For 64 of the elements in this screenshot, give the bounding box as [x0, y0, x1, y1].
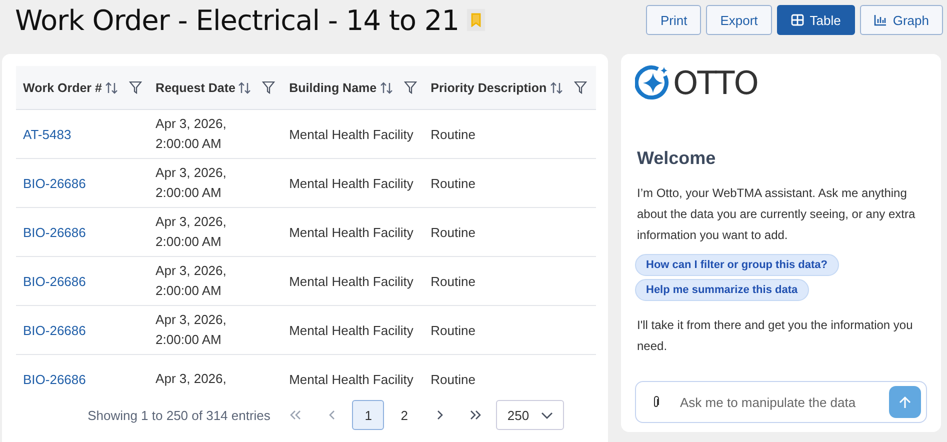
work-order-link[interactable]: BIO-26686: [23, 224, 86, 240]
arrow-up-icon: [899, 396, 911, 408]
priority-description: Routine: [430, 224, 476, 240]
intro-text: I’m Otto, your WebTMA assistant. Ask me anything about the data you are currently seeing, or any extra information you want to add.: [637, 185, 916, 244]
building-name: Mental Health Facility: [289, 224, 414, 240]
bar-chart-icon: [874, 14, 887, 26]
request-date: Apr 3, 2026, 2:00:00 AM: [156, 311, 226, 349]
request-date: Apr 3, 2026, 2:00:00 AM: [156, 213, 226, 251]
priority-description: Routine: [430, 176, 476, 190]
column-header[interactable]: Work Order #: [23, 80, 102, 94]
priority-description: Routine: [430, 322, 476, 338]
suggestion-chip[interactable]: Help me summarize this data: [635, 279, 809, 301]
chevron-left-icon: [329, 410, 336, 420]
outro-text: I'll take it from there and get you the information you need.: [637, 317, 914, 355]
bookmark-icon: [471, 13, 482, 27]
double-chevron-left-icon: [290, 410, 302, 420]
request-date: Apr 3, 2026, 2:00:00 AM: [156, 115, 226, 153]
toolbar-button[interactable]: Table: [776, 5, 855, 35]
priority-description: Routine: [430, 274, 476, 288]
request-date: Apr 3, 2026, 2:00:00 AM: [156, 164, 226, 202]
work-order-link[interactable]: BIO-26686: [23, 372, 86, 386]
double-chevron-right-icon: [470, 410, 482, 420]
building-name: Mental Health Facility: [289, 126, 414, 142]
welcome-heading: Welcome: [637, 148, 717, 169]
building-name: Mental Health Facility: [289, 176, 414, 190]
priority-description: Routine: [430, 126, 476, 142]
request-date: Apr 3, 2026, 2:00:00 AM: [156, 262, 226, 300]
filter-icon[interactable]: [574, 81, 587, 94]
building-name: Mental Health Facility: [289, 322, 414, 338]
building-name: Mental Health Facility: [289, 372, 414, 386]
work-order-link[interactable]: BIO-26686: [23, 274, 86, 288]
page-size-select[interactable]: 250: [496, 400, 564, 430]
entries-summary: Showing 1 to 250 of 314 entries: [88, 408, 270, 422]
sort-icon[interactable]: [104, 82, 118, 94]
sort-icon[interactable]: [238, 82, 252, 94]
column-header[interactable]: Request Date: [156, 80, 236, 94]
toolbar-button[interactable]: Graph: [860, 5, 943, 35]
send-button[interactable]: [889, 386, 921, 418]
suggestion-chip[interactable]: How can I filter or group this data?: [635, 254, 839, 276]
chevron-down-icon: [541, 412, 554, 418]
filter-icon[interactable]: [128, 81, 142, 94]
chat-input-box[interactable]: Ask me to manipulate the data: [635, 381, 927, 423]
chevron-right-icon: [437, 410, 444, 420]
sort-icon[interactable]: [550, 82, 563, 94]
work-order-link[interactable]: BIO-26686: [23, 322, 86, 338]
page-title: Work Order - Electrical - 14 to 21: [15, 4, 460, 36]
column-header[interactable]: Priority Description: [430, 80, 547, 94]
work-order-link[interactable]: AT-5483: [23, 126, 72, 142]
toolbar-button[interactable]: Print: [646, 5, 702, 35]
logo-text: OTTO: [673, 64, 758, 102]
toolbar-button[interactable]: Export: [706, 5, 772, 35]
table-icon: [790, 14, 804, 26]
priority-description: Routine: [430, 372, 476, 386]
building-name: Mental Health Facility: [289, 274, 414, 288]
request-date: Apr 3, 2026,: [156, 370, 226, 388]
filter-icon[interactable]: [404, 81, 417, 94]
page-button[interactable]: 2: [388, 400, 420, 430]
filter-icon[interactable]: [262, 81, 276, 94]
page-button[interactable]: 1: [352, 400, 384, 430]
sparkle-ring-icon: [635, 65, 671, 101]
column-header[interactable]: Building Name: [289, 80, 377, 94]
work-order-link[interactable]: BIO-26686: [23, 176, 86, 190]
paperclip-icon[interactable]: [652, 396, 660, 408]
sort-icon[interactable]: [380, 82, 393, 94]
